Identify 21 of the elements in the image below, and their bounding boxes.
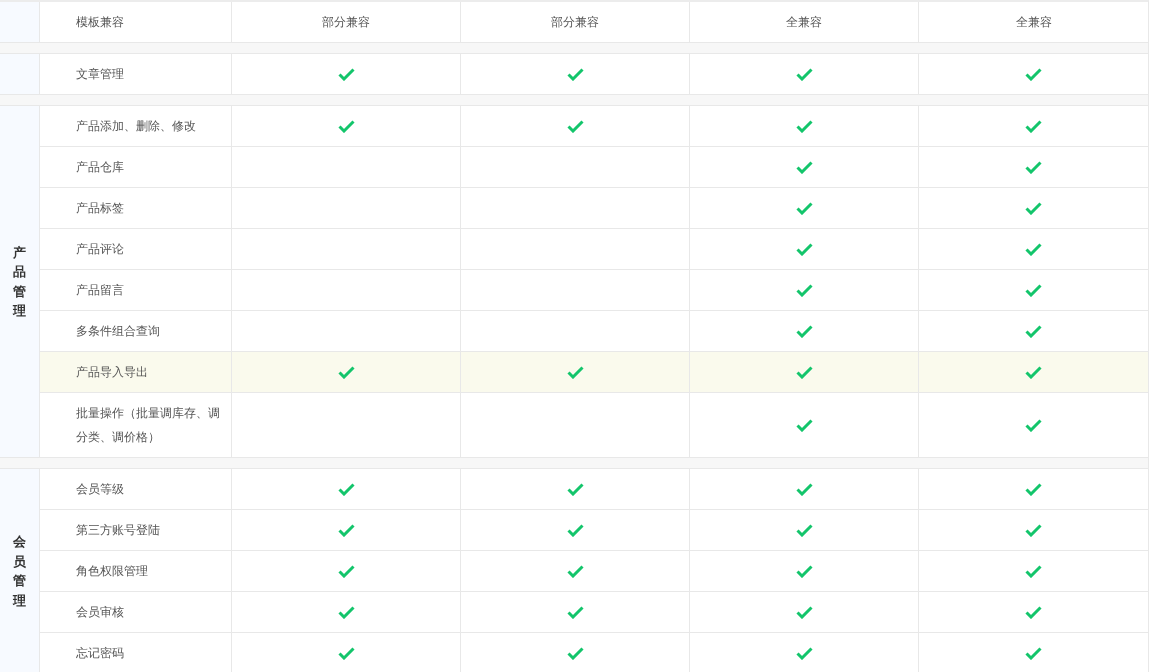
feature-name: 会员等级 xyxy=(76,481,124,498)
feature-name: 批量操作（批量调库存、调分类、调价格） xyxy=(76,405,221,446)
column-header: 部分兼容 xyxy=(232,2,461,42)
header-label: 模板兼容 xyxy=(40,2,232,42)
feature-name: 忘记密码 xyxy=(76,645,124,662)
column-header: 部分兼容 xyxy=(461,2,690,42)
feature-name: 会员审核 xyxy=(76,604,124,621)
feature-name: 角色权限管理 xyxy=(76,563,148,580)
feature-name: 第三方账号登陆 xyxy=(76,522,160,539)
feature-name: 产品导入导出 xyxy=(76,364,148,381)
column-header: 全兼容 xyxy=(1014,14,1053,31)
feature-name: 多条件组合查询 xyxy=(76,323,160,340)
group-label: 会员管理 xyxy=(13,533,26,610)
feature-name: 文章管理 xyxy=(76,66,124,83)
feature-name: 产品评论 xyxy=(76,241,124,258)
feature-name: 产品仓库 xyxy=(76,159,124,176)
feature-name: 产品留言 xyxy=(76,282,124,299)
group-label: 产品管理 xyxy=(13,243,26,320)
feature-name: 产品标签 xyxy=(76,200,124,217)
feature-name: 产品添加、删除、修改 xyxy=(76,118,196,135)
column-header: 全兼容 xyxy=(690,2,919,42)
